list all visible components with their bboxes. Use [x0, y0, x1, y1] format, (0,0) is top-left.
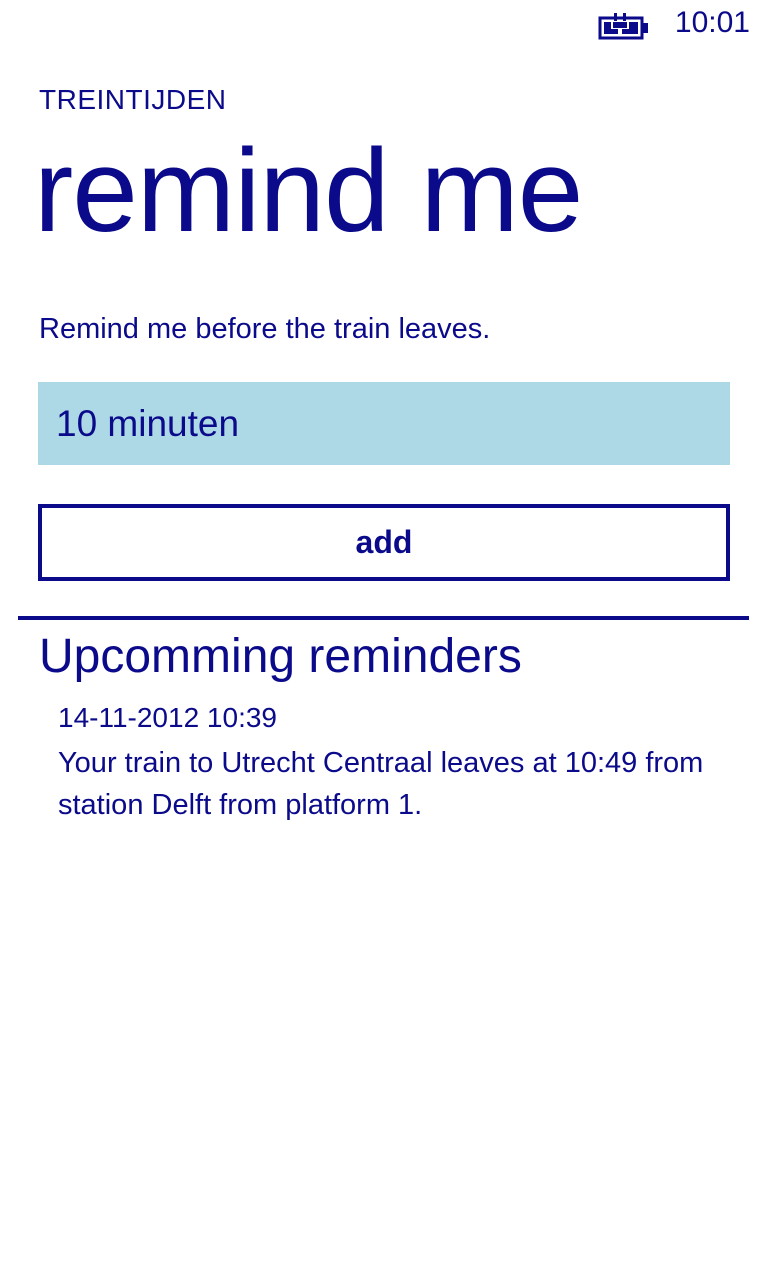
interval-picker-value: 10 minuten [56, 402, 240, 444]
list-item[interactable]: 14-11-2012 10:39 Your train to Utrecht C… [58, 698, 738, 826]
status-clock: 10:01 [674, 6, 750, 39]
section-divider [18, 616, 749, 620]
status-bar: 10:01 [0, 0, 768, 50]
add-button[interactable]: add [38, 504, 730, 581]
battery-charging-icon [598, 12, 650, 40]
add-button-label: add [355, 524, 413, 560]
instruction-text: Remind me before the train leaves. [39, 313, 491, 345]
page-title: remind me [34, 125, 583, 257]
reminder-message: Your train to Utrecht Centraal leaves at… [58, 747, 704, 821]
reminder-datetime: 14-11-2012 10:39 [58, 702, 277, 733]
interval-picker[interactable]: 10 minuten [38, 382, 730, 465]
reminders-section-title: Upcomming reminders [39, 630, 522, 683]
app-title: TREINTIJDEN [39, 84, 227, 115]
